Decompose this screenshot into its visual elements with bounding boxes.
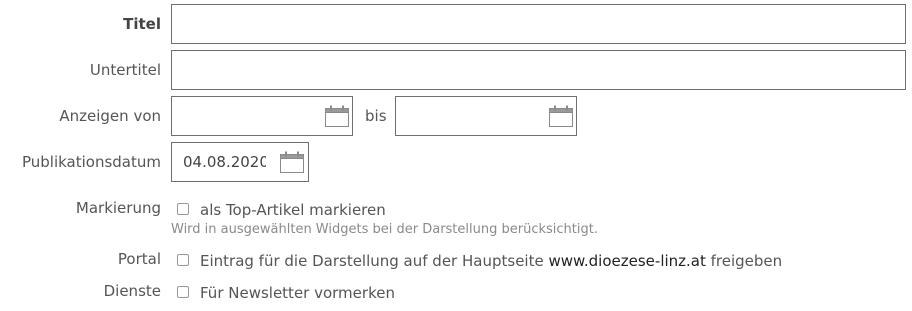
anzeigen-von-input[interactable] bbox=[172, 97, 322, 135]
top-artikel-label[interactable]: als Top-Artikel markieren bbox=[200, 201, 386, 219]
portal-text-after: freigeben bbox=[705, 252, 783, 270]
untertitel-input[interactable] bbox=[172, 51, 905, 89]
portal-label: Portal bbox=[117, 250, 161, 268]
anzeigen-von-label: Anzeigen von bbox=[59, 107, 161, 125]
publikationsdatum-label: Publikationsdatum bbox=[21, 153, 161, 171]
top-artikel-help-text: Wird in ausgewählten Widgets bei der Dar… bbox=[171, 222, 598, 237]
untertitel-field[interactable] bbox=[171, 50, 906, 90]
newsletter-label[interactable]: Für Newsletter vormerken bbox=[200, 284, 395, 302]
portal-checkbox-label[interactable]: Eintrag für die Darstellung auf der Haup… bbox=[200, 252, 782, 270]
portal-text-before: Eintrag für die Darstellung auf der Haup… bbox=[200, 252, 549, 270]
titel-field[interactable] bbox=[171, 4, 906, 44]
calendar-icon[interactable] bbox=[280, 151, 304, 173]
portal-checkbox[interactable] bbox=[177, 254, 189, 266]
titel-input[interactable] bbox=[172, 5, 905, 43]
anzeigen-bis-input[interactable] bbox=[396, 97, 546, 135]
calendar-icon[interactable] bbox=[325, 105, 349, 127]
anzeigen-bis-field[interactable] bbox=[395, 96, 577, 136]
dienste-label: Dienste bbox=[103, 282, 161, 300]
markierung-label: Markierung bbox=[75, 199, 161, 217]
newsletter-checkbox[interactable] bbox=[177, 286, 189, 298]
publikationsdatum-input[interactable] bbox=[172, 143, 277, 181]
top-artikel-checkbox[interactable] bbox=[177, 203, 189, 215]
portal-site-name: www.dioezese-linz.at bbox=[548, 252, 706, 270]
calendar-icon[interactable] bbox=[549, 105, 573, 127]
titel-label: Titel bbox=[123, 15, 161, 33]
anzeigen-von-field[interactable] bbox=[171, 96, 353, 136]
publikationsdatum-field[interactable] bbox=[171, 142, 309, 182]
untertitel-label: Untertitel bbox=[89, 61, 161, 79]
date-range-separator: bis bbox=[365, 107, 387, 125]
